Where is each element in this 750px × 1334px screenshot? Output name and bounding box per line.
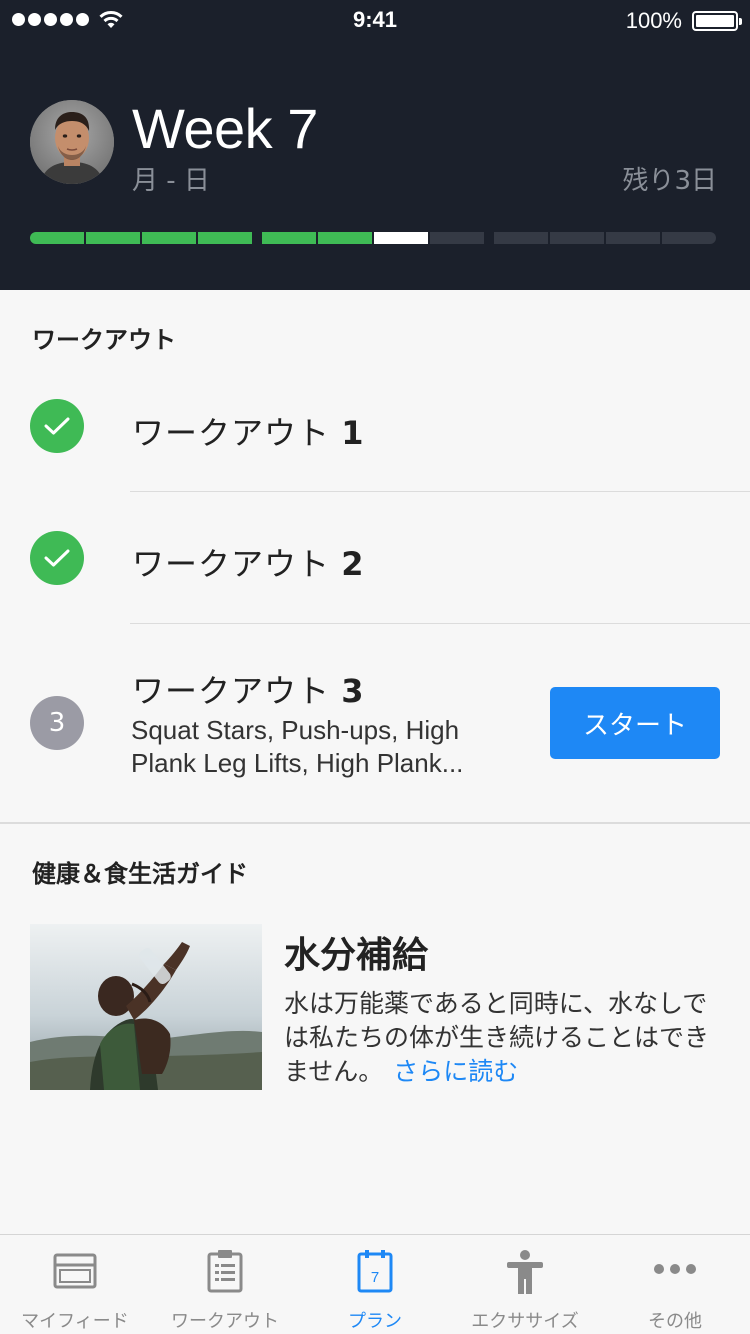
guide-section-title: 健康＆食生活ガイド (32, 860, 248, 888)
progress-segment (86, 232, 140, 244)
tab-exercise[interactable]: エクササイズ (450, 1235, 600, 1334)
workout-title: ワークアウト 2 (132, 545, 365, 583)
tab-workout[interactable]: ワークアウト (150, 1235, 300, 1334)
days-remaining: 残り3日 (622, 166, 717, 196)
progress-segment (198, 232, 252, 244)
workout-title: ワークアウト 3 (132, 672, 365, 710)
workout-title: ワークアウト 1 (132, 414, 365, 452)
workout-exercises: Squat Stars, Push-ups, High Plank Leg Li… (131, 715, 464, 778)
tab-bar: マイフィード ワークアウト 7 プラン エクササイズ その他 (0, 1234, 750, 1334)
workouts-section-title: ワークアウト (32, 326, 176, 354)
battery-icon (692, 11, 742, 31)
article-excerpt: 水は万能薬であると同時に、水なしでは私たちの体が生き続けることはできません。 さら… (284, 989, 710, 1086)
progress-segment (30, 232, 84, 244)
progress-segment (606, 232, 660, 244)
tab-plan[interactable]: 7 プラン (300, 1235, 450, 1334)
check-icon (30, 531, 84, 585)
week-range: 月 - 日 (132, 166, 210, 196)
tab-label: マイフィード (21, 1311, 129, 1332)
read-more-link[interactable]: さらに読む (393, 1057, 518, 1086)
person-icon (507, 1250, 543, 1294)
start-workout-button[interactable]: スタート (550, 687, 720, 759)
clipboard-icon (207, 1250, 243, 1293)
tab-my-feed[interactable]: マイフィード (0, 1235, 150, 1334)
week-progress-bar (30, 232, 720, 244)
section-divider (0, 822, 750, 824)
progress-segment (430, 232, 484, 244)
more-icon (654, 1264, 696, 1274)
progress-segment (142, 232, 196, 244)
workout-number-badge: 3 (30, 696, 84, 750)
progress-segment (494, 232, 548, 244)
week-header: 9:41 100% Week 7 月 - 日 残り3日 (0, 0, 750, 290)
week-title: Week 7 (132, 97, 318, 160)
tab-label: その他 (648, 1311, 702, 1332)
avatar[interactable] (30, 100, 114, 184)
progress-segment (550, 232, 604, 244)
status-bar: 9:41 100% (0, 0, 750, 40)
tab-more[interactable]: その他 (600, 1235, 750, 1334)
progress-segment (318, 232, 372, 244)
progress-segment (374, 232, 428, 244)
calendar-day: 7 (371, 1269, 379, 1286)
tab-label: プラン (348, 1311, 402, 1332)
progress-segment (262, 232, 316, 244)
tab-label: エクササイズ (471, 1311, 579, 1332)
tab-label: ワークアウト (171, 1311, 279, 1332)
feed-icon (53, 1253, 97, 1289)
check-icon (30, 399, 84, 453)
workout-row-2[interactable]: ワークアウト 2 (0, 492, 750, 623)
workout-row-1[interactable]: ワークアウト 1 (0, 372, 750, 492)
hydration-article-image[interactable] (30, 924, 262, 1090)
progress-segment (662, 232, 716, 244)
calendar-icon: 7 (357, 1250, 393, 1293)
battery-percent: 100% (625, 8, 682, 33)
article-title: 水分補給 (284, 935, 429, 976)
